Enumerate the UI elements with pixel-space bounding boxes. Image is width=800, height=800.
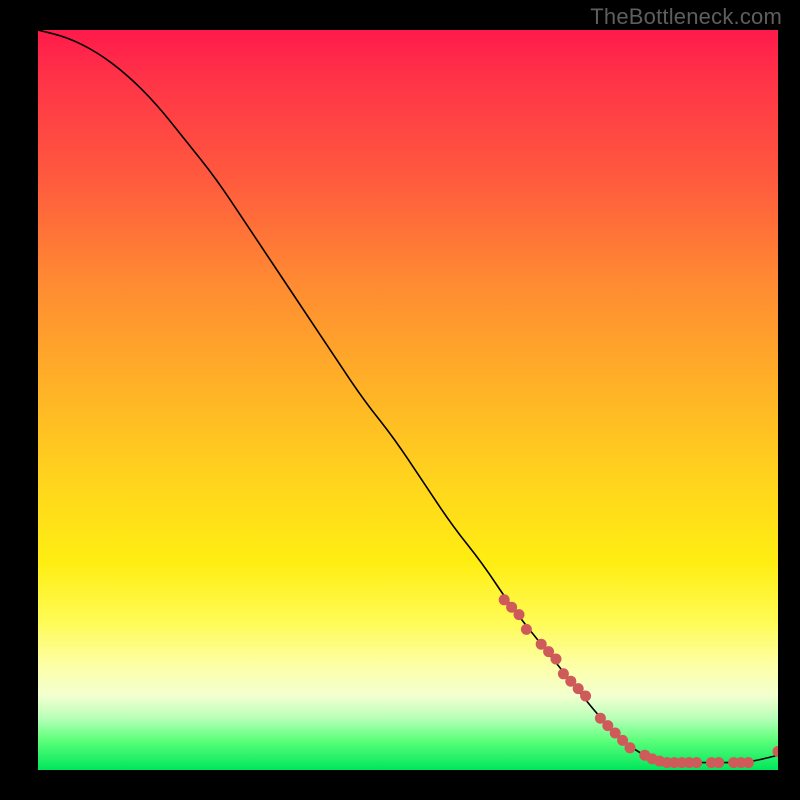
marker-dot xyxy=(580,691,591,702)
plot-svg xyxy=(38,30,778,770)
marker-dot xyxy=(551,654,562,665)
marker-dot xyxy=(743,757,754,768)
marker-dot xyxy=(625,742,636,753)
marker-dot xyxy=(773,746,779,757)
marker-dot xyxy=(521,624,532,635)
bottleneck-curve xyxy=(38,30,778,763)
watermark-text: TheBottleneck.com xyxy=(590,4,782,30)
marker-dot xyxy=(713,757,724,768)
marker-dot xyxy=(514,609,525,620)
marker-dot xyxy=(691,757,702,768)
marker-group xyxy=(499,594,778,768)
chart-stage: TheBottleneck.com xyxy=(0,0,800,800)
